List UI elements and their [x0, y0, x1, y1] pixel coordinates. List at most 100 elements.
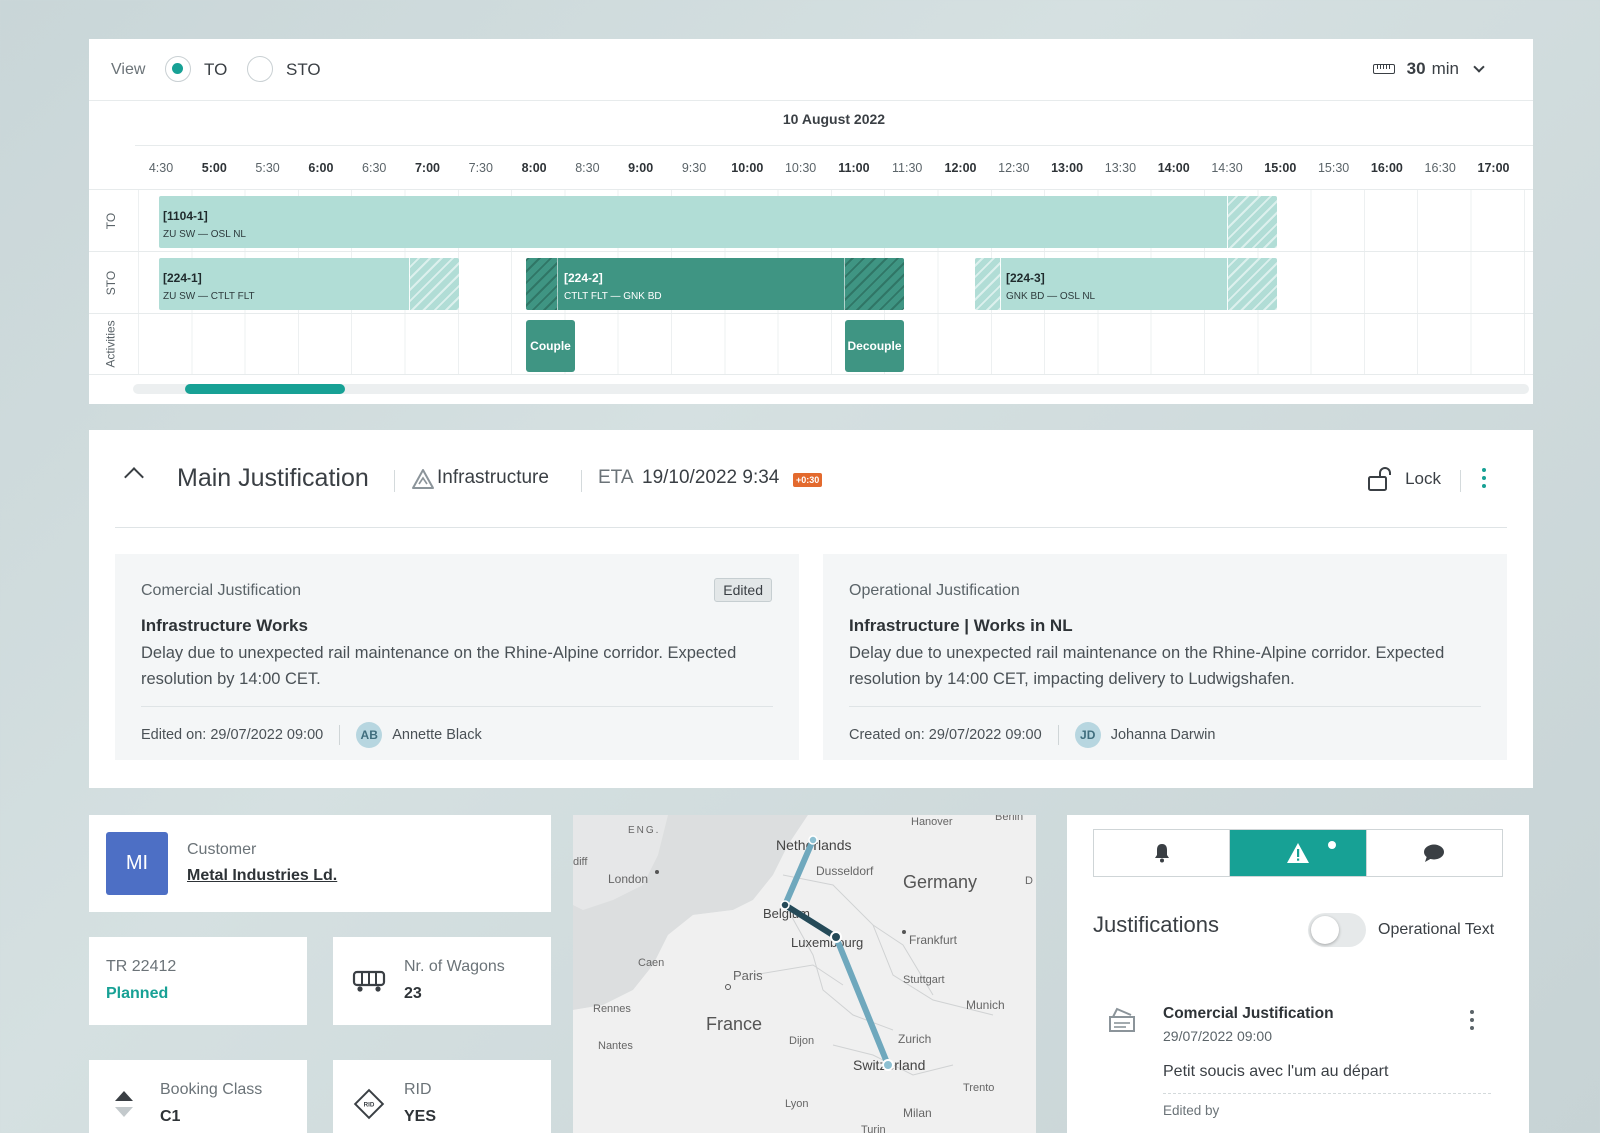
justification-header: Main Justification Infrastructure ETA 19…	[115, 430, 1507, 528]
avatar: JD	[1074, 722, 1101, 748]
booking-class-value: C1	[160, 1108, 181, 1125]
ruler-icon	[1372, 64, 1395, 74]
more-options-icon[interactable]	[1481, 468, 1487, 492]
card-title: Comercial Justification	[141, 582, 302, 599]
map-label: Dusseldorf	[816, 864, 874, 878]
edited-badge: Edited	[714, 578, 772, 602]
tab-notifications[interactable]	[1094, 830, 1229, 876]
radio-sto[interactable]	[247, 56, 273, 82]
map-label: Hanover	[911, 816, 953, 828]
justification-category: Infrastructure	[437, 467, 549, 488]
lane-label-sto: STO	[103, 270, 118, 295]
bar-route: CTLT FLT — GNK BD	[564, 291, 662, 302]
map-label: Turin	[861, 1124, 886, 1133]
justification-panel: Main Justification Infrastructure ETA 19…	[89, 430, 1533, 788]
radio-to[interactable]	[165, 56, 191, 82]
time-tick: 8:00	[521, 161, 547, 175]
avatar: AB	[356, 722, 383, 748]
wagons-value: 23	[404, 985, 422, 1002]
sort-icon	[115, 1091, 133, 1117]
card-title: Operational Justification	[849, 582, 1020, 599]
user-name: Johanna Darwin	[1110, 727, 1216, 743]
sto-bar-224-1[interactable]: [224-1] ZU SW — CTLT FLT	[159, 258, 459, 310]
time-tick: 11:30	[892, 161, 923, 175]
time-tick: 14:30	[1211, 161, 1243, 175]
timeline-scrollbar[interactable]	[133, 384, 1529, 394]
train-card: TR 22412 Planned	[89, 937, 307, 1025]
card-footer: Edited on: 29/07/2022 09:00 AB Annette B…	[141, 722, 482, 748]
lane-label-activities: Activities	[104, 320, 118, 368]
interval-select[interactable]: 30 min	[1372, 59, 1485, 79]
map-label: ENG.	[628, 825, 660, 836]
time-tick: 15:00	[1264, 161, 1297, 175]
time-tick: 9:00	[628, 161, 654, 175]
tab-comments[interactable]	[1367, 830, 1502, 876]
tab-justifications[interactable]	[1229, 830, 1367, 876]
card-heading: Infrastructure | Works in NL	[849, 616, 1073, 635]
route-map[interactable]: ENG. London Netherlands Dusseldorf Germa…	[573, 815, 1036, 1133]
commercial-justification-card: Comercial Justification Edited Infrastru…	[115, 554, 799, 760]
map-label: Rennes	[593, 1003, 631, 1015]
lock-button[interactable]: Lock	[1367, 466, 1441, 492]
customer-name-link[interactable]: Metal Industries Ld.	[187, 867, 337, 885]
time-tick: 17:00	[1477, 161, 1510, 175]
map-label: London	[608, 872, 648, 886]
timeline-date: 10 August 2022	[782, 111, 886, 127]
map-label: Munich	[966, 998, 1005, 1012]
map-label: Dijon	[789, 1035, 814, 1047]
rid-label: RID	[404, 1081, 432, 1098]
wagons-label: Nr. of Wagons	[404, 958, 505, 975]
time-tick: 9:30	[681, 161, 707, 175]
timeline-panel: View TO STO 30 min 10 August 2022 4:30 5:…	[89, 39, 1533, 404]
scrollbar-thumb[interactable]	[185, 384, 345, 394]
lane-label-to: TO	[103, 212, 118, 229]
operational-text-toggle[interactable]	[1308, 913, 1366, 947]
map-label: Milan	[903, 1106, 932, 1120]
time-tick: 7:00	[414, 161, 441, 175]
time-tick: 16:00	[1370, 161, 1403, 175]
wagon-icon	[352, 970, 386, 992]
eta-label: ETA	[598, 467, 634, 488]
bar-id: [224-3]	[1006, 271, 1045, 285]
justification-title: Main Justification	[177, 464, 369, 492]
time-tick: 5:30	[255, 161, 280, 175]
customer-avatar: MI	[106, 832, 168, 895]
activity-couple[interactable]: Couple	[526, 320, 575, 372]
map-label: Caen	[638, 957, 664, 969]
map-label: Frankfurt	[909, 933, 958, 947]
sidepanel-tabs	[1093, 829, 1503, 877]
time-tick: 12:30	[998, 161, 1030, 175]
justifications-sidepanel: Justifications Operational Text Comercia…	[1067, 815, 1529, 1133]
time-tick: 8:30	[575, 161, 600, 175]
view-label: View	[111, 61, 146, 78]
train-status: Planned	[106, 985, 169, 1002]
chevron-up-icon[interactable]	[124, 467, 144, 487]
time-tick: 10:30	[784, 161, 817, 175]
route-stop	[830, 931, 842, 943]
activity-decouple[interactable]: Decouple	[845, 320, 904, 372]
warning-icon	[1286, 843, 1309, 863]
sto-bar-224-2[interactable]: [224-2] CTLT FLT — GNK BD	[526, 258, 904, 310]
user-name: Annette Black	[392, 727, 482, 743]
bar-route: ZU SW — OSL NL	[163, 229, 246, 240]
entry-more-options-icon[interactable]	[1469, 1010, 1475, 1034]
card-body: Delay due to unexpected rail maintenance…	[141, 644, 737, 688]
card-heading: Infrastructure Works	[141, 616, 308, 635]
to-bar-1104-1[interactable]: [1104-1] ZU SW — OSL NL	[159, 196, 1277, 248]
time-tick: 13:30	[1104, 161, 1137, 175]
booking-class-label: Booking Class	[160, 1081, 263, 1098]
bell-icon	[1154, 844, 1169, 863]
time-tick: 16:30	[1424, 161, 1456, 175]
train-number: TR 22412	[106, 958, 177, 975]
infrastructure-icon	[412, 469, 434, 489]
sto-bar-224-3[interactable]: [224-3] GNK BD — OSL NL	[975, 258, 1277, 310]
radio-to-label[interactable]: TO	[204, 60, 227, 80]
radio-sto-label[interactable]: STO	[286, 60, 321, 80]
chevron-down-icon	[1473, 61, 1485, 73]
map-label: diff	[573, 856, 588, 868]
map-canvas[interactable]: ENG. London Netherlands Dusseldorf Germa…	[573, 815, 1036, 1133]
time-tick: 7:30	[468, 161, 493, 175]
time-tick: 10:00	[731, 161, 764, 175]
customer-card: MI Customer Metal Industries Ld.	[89, 815, 551, 912]
bar-route: ZU SW — CTLT FLT	[163, 291, 255, 302]
